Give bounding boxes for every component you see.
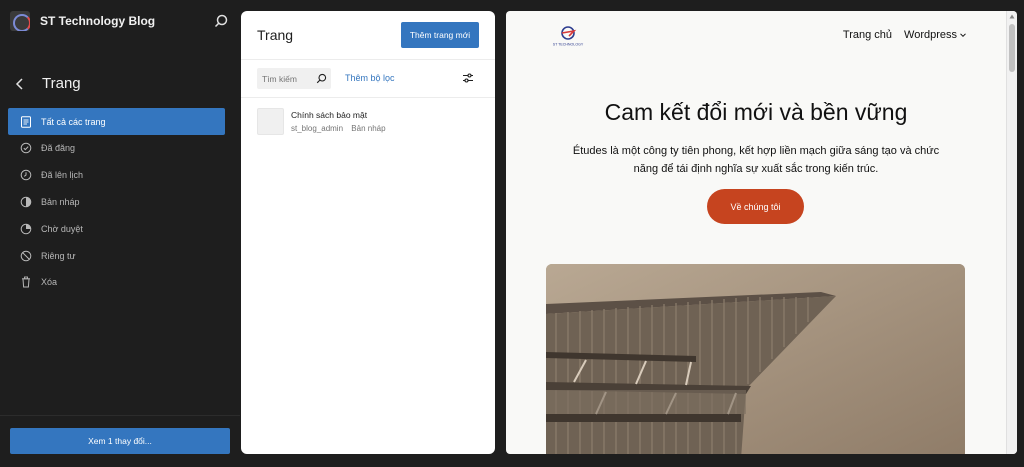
nav-wordpress-label: Wordpress: [904, 29, 957, 41]
chevron-down-icon: [960, 33, 966, 38]
list-item[interactable]: Chính sách bảo mật st_blog_admin Bản nhá…: [257, 108, 386, 135]
chevron-left-icon[interactable]: [12, 76, 28, 92]
sidebar-item-label: Tất cả các trang: [41, 116, 106, 127]
nav-wordpress[interactable]: Wordpress: [904, 29, 967, 41]
section-header: Trang: [12, 75, 81, 92]
page-title[interactable]: Chính sách bảo mật: [291, 110, 386, 120]
sidebar-item-label: Chờ duyệt: [41, 223, 83, 234]
page-status: Bản nháp: [351, 124, 386, 133]
panel-title: Trang: [257, 27, 294, 43]
search-input[interactable]: Tìm kiếm: [257, 68, 331, 89]
search-icon: [316, 73, 327, 84]
preview-subtitle: Études là một công ty tiên phong, kết hợ…: [572, 145, 940, 175]
search-placeholder: Tìm kiếm: [262, 73, 297, 84]
site-preview[interactable]: ST TECHNOLOGY Trang chủ Wordpress Cam kế…: [506, 11, 1017, 454]
review-changes-button[interactable]: Xem 1 thay đổi...: [10, 428, 230, 454]
sidebar-item-label: Xóa: [41, 277, 58, 288]
scroll-up-icon[interactable]: [1009, 14, 1015, 19]
sidebar-menu: Tất cả các trang Đã đăng Đã lên lịch Bản…: [8, 108, 225, 296]
site-header: ST Technology Blog: [10, 10, 230, 32]
draft-icon: [20, 196, 32, 208]
sidebar-item-published[interactable]: Đã đăng: [8, 135, 225, 162]
divider: [241, 59, 495, 60]
sidebar-footer: Xem 1 thay đổi...: [0, 415, 240, 467]
preview-logo-text: ST TECHNOLOGY: [553, 43, 584, 47]
sidebar-item-label: Đã lên lịch: [41, 170, 84, 181]
add-filter-link[interactable]: Thêm bộ lọc: [345, 73, 395, 83]
sidebar-item-label: Riêng tư: [41, 250, 76, 261]
nav-home[interactable]: Trang chủ: [843, 29, 892, 41]
private-icon: [20, 250, 32, 261]
sidebar-item-scheduled[interactable]: Đã lên lịch: [8, 162, 225, 189]
add-new-page-button[interactable]: Thêm trang mới: [401, 22, 479, 48]
published-icon: [20, 143, 32, 154]
sidebar-item-all-pages[interactable]: Tất cả các trang: [8, 108, 225, 135]
sidebar: ST Technology Blog Trang Tất cả các tran…: [0, 0, 240, 467]
sidebar-item-private[interactable]: Riêng tư: [8, 242, 225, 269]
section-title: Trang: [42, 75, 81, 92]
pages-panel: Trang Thêm trang mới Tìm kiếm Thêm bộ lọ…: [241, 11, 495, 454]
building-image: [546, 264, 965, 454]
pages-icon: [21, 115, 31, 128]
page-thumbnail: [257, 108, 284, 135]
sidebar-item-pending[interactable]: Chờ duyệt: [8, 215, 225, 242]
building-illustration: [546, 264, 965, 454]
pending-icon: [20, 223, 32, 235]
search-icon[interactable]: [212, 12, 230, 30]
page-row-text: Chính sách bảo mật st_blog_admin Bản nhá…: [291, 108, 386, 135]
preview-headline: Cam kết đổi mới và bền vững: [604, 99, 908, 125]
page-author: st_blog_admin: [291, 124, 344, 133]
about-us-button[interactable]: Về chúng tôi: [707, 189, 804, 224]
sidebar-item-trash[interactable]: Xóa: [8, 269, 225, 296]
sidebar-item-label: Đã đăng: [41, 143, 76, 154]
view-options-icon[interactable]: [462, 72, 474, 84]
scheduled-icon: [20, 169, 32, 181]
site-name[interactable]: ST Technology Blog: [40, 14, 155, 28]
trash-icon: [22, 276, 30, 288]
preview-nav: Trang chủ Wordpress: [831, 29, 967, 41]
sidebar-item-drafts[interactable]: Bản nháp: [8, 189, 225, 216]
page-meta: st_blog_admin Bản nháp: [291, 124, 386, 133]
preview-logo: ST TECHNOLOGY: [553, 26, 584, 47]
scroll-thumb[interactable]: [1009, 24, 1015, 72]
preview-scrollbar[interactable]: [1006, 11, 1017, 454]
site-logo[interactable]: [10, 11, 30, 31]
divider: [241, 97, 495, 98]
sidebar-item-label: Bản nháp: [41, 196, 80, 207]
